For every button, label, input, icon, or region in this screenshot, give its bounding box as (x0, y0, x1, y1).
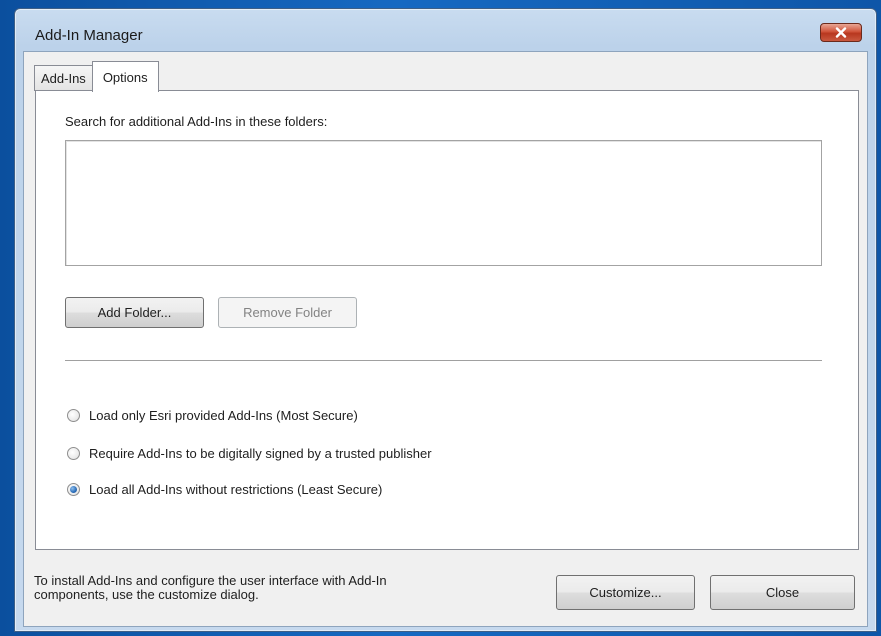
tab-options[interactable]: Options (91, 61, 159, 92)
tab-options-label: Options (102, 69, 148, 85)
title-bar[interactable]: Add-In Manager (15, 9, 876, 51)
footer-info-line-2: components, use the customize dialog. (34, 587, 259, 602)
customize-button[interactable]: Customize... (556, 575, 695, 610)
radio-signed-only[interactable]: Require Add-Ins to be digitally signed b… (67, 446, 432, 461)
dialog-client-area: Add-Ins Options Search for additional Ad… (23, 51, 868, 627)
footer-info-line-1: To install Add-Ins and configure the use… (34, 573, 387, 588)
radio-esri-only-button[interactable] (67, 409, 80, 422)
add-folder-button[interactable]: Add Folder... (65, 297, 204, 328)
tab-add-ins-label: Add-Ins (41, 71, 86, 86)
folder-list[interactable] (65, 140, 822, 266)
radio-signed-only-label: Require Add-Ins to be digitally signed b… (89, 446, 432, 461)
remove-folder-button[interactable]: Remove Folder (218, 297, 357, 328)
search-folders-label: Search for additional Add-Ins in these f… (65, 114, 328, 129)
radio-load-all-label: Load all Add-Ins without restrictions (L… (89, 482, 383, 497)
radio-load-all[interactable]: Load all Add-Ins without restrictions (L… (67, 482, 382, 497)
footer-info-text: To install Add-Ins and configure the use… (34, 574, 534, 602)
tab-add-ins[interactable]: Add-Ins (34, 65, 93, 91)
radio-esri-only-label: Load only Esri provided Add-Ins (Most Se… (89, 408, 358, 423)
window-close-button[interactable] (820, 23, 862, 42)
options-separator (65, 360, 822, 362)
close-button[interactable]: Close (710, 575, 855, 610)
radio-signed-only-button[interactable] (67, 447, 80, 460)
radio-load-all-button[interactable] (67, 483, 80, 496)
window-title: Add-In Manager (35, 27, 143, 44)
options-panel: Search for additional Add-Ins in these f… (35, 90, 859, 550)
tab-strip: Add-Ins Options (34, 61, 159, 92)
close-icon (835, 27, 847, 38)
radio-esri-only[interactable]: Load only Esri provided Add-Ins (Most Se… (67, 408, 358, 423)
add-in-manager-dialog: Add-In Manager Add-Ins Options Search fo… (14, 8, 877, 632)
